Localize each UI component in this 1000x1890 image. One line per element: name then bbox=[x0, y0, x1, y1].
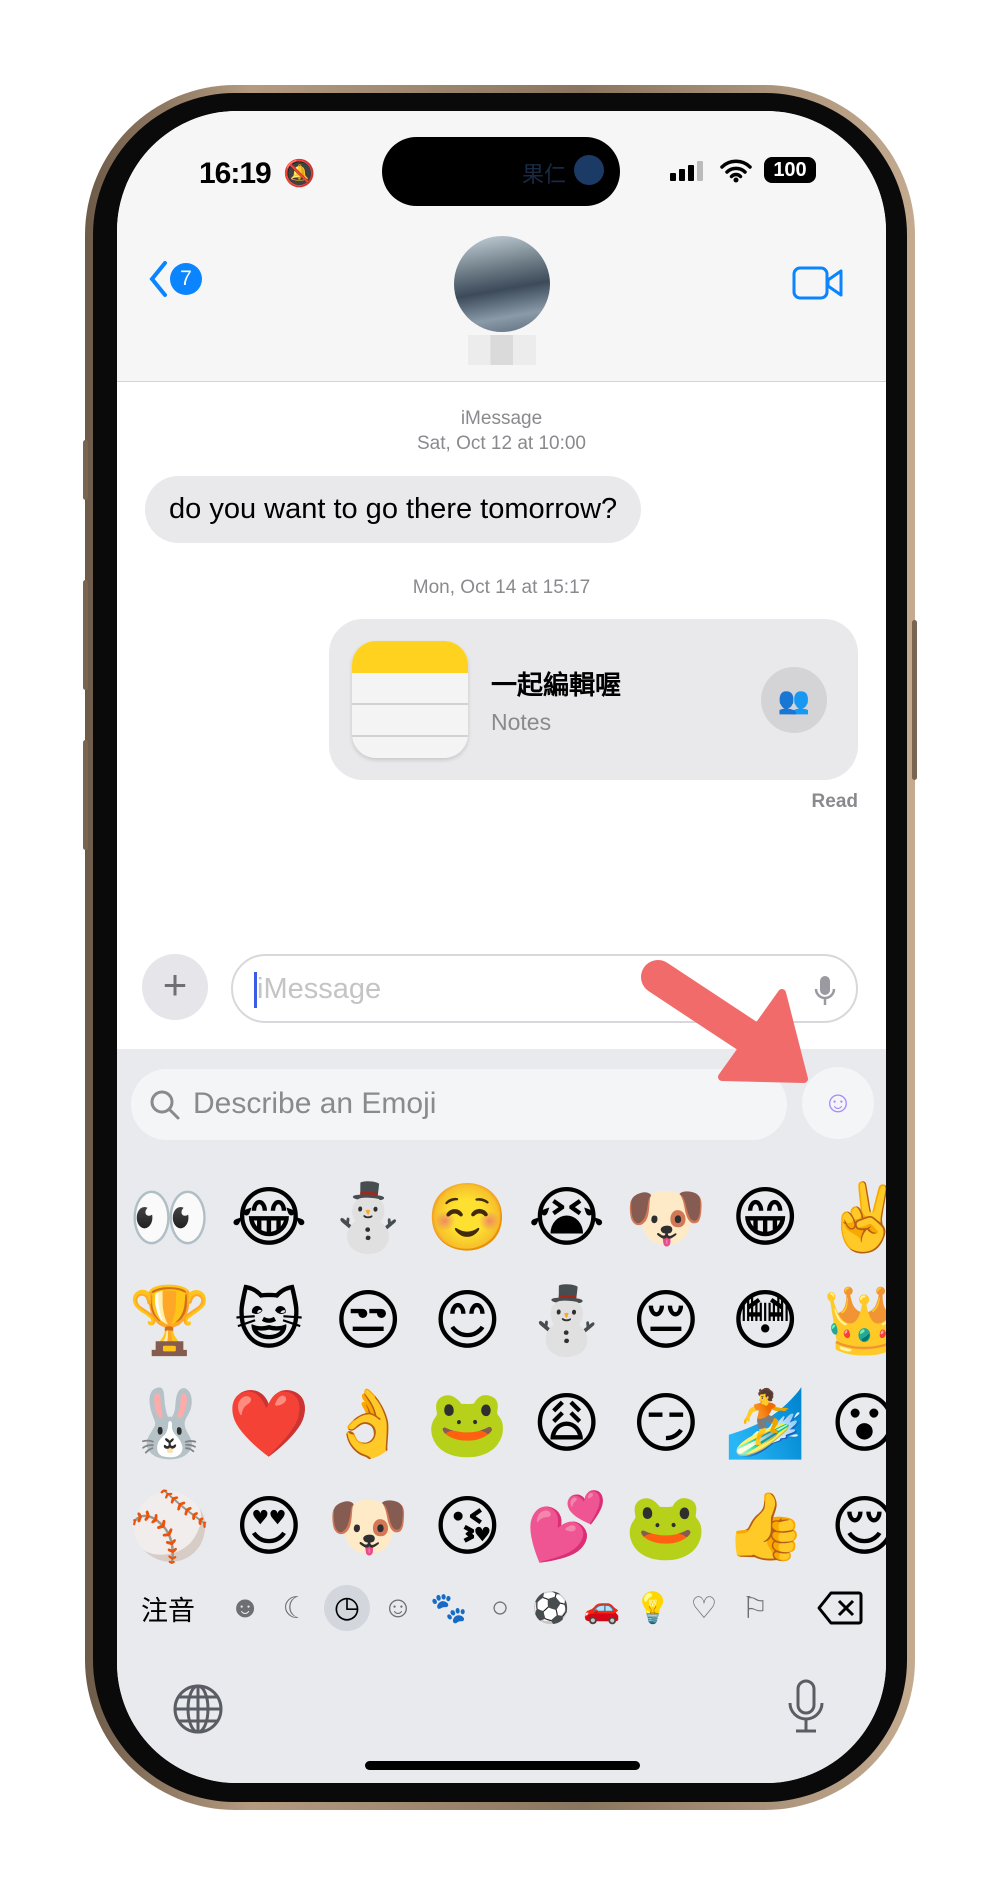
emoji-key[interactable]: 🏆 bbox=[127, 1276, 212, 1366]
emoji-row: 👀 😂 ⛄ ☺️ 😭 🐶 😁 ✌️ bbox=[127, 1166, 886, 1269]
emoji-key[interactable]: 👀 bbox=[127, 1173, 212, 1263]
timestamp: Mon, Oct 14 at 15:17 bbox=[412, 577, 591, 598]
contact-name-redacted[interactable] bbox=[468, 335, 536, 365]
dynamic-island: 果仁 bbox=[382, 137, 620, 206]
emoji-key[interactable]: 💕 bbox=[524, 1482, 609, 1572]
signal-icon bbox=[670, 161, 703, 181]
silent-bell-icon: 🔕 bbox=[283, 158, 316, 188]
shared-note-app: Notes bbox=[491, 709, 552, 735]
emoji-key[interactable]: 😭 bbox=[524, 1173, 609, 1263]
emoji-key[interactable]: ⚾ bbox=[127, 1482, 212, 1572]
notes-app-icon bbox=[352, 641, 468, 758]
emoji-key[interactable]: 🐰 bbox=[127, 1379, 212, 1469]
emoji-key[interactable]: 😂 bbox=[226, 1173, 311, 1263]
emoji-key[interactable]: 😘 bbox=[425, 1482, 510, 1572]
emoji-key[interactable]: 🐸 bbox=[425, 1379, 510, 1469]
annotation-arrow-icon bbox=[641, 960, 808, 1083]
activity-ball-icon[interactable]: ⚽ bbox=[528, 1591, 574, 1626]
service-label: iMessage bbox=[460, 408, 543, 429]
incoming-message-bubble[interactable]: do you want to go there tomorrow? bbox=[145, 476, 642, 543]
emoji-category-bar: 注音 ☻ ☾ ◷ ☺ 🐾 ○ ⚽ 🚗 💡 ♡ ⚐ bbox=[117, 1583, 886, 1633]
emoji-key[interactable]: 😍 bbox=[226, 1482, 311, 1572]
emoji-key[interactable]: ⛄ bbox=[524, 1276, 609, 1366]
emoji-row: ⚾ 😍 🐶 😘 💕 🐸 👍 😌 bbox=[127, 1475, 886, 1578]
emoji-key[interactable]: 😮 bbox=[822, 1379, 886, 1469]
screen: 16:19 🔕 果仁 100 7 iMessage Sat, Oct 12 at… bbox=[117, 111, 886, 1783]
contact-avatar[interactable] bbox=[454, 236, 550, 332]
shared-note-title: 一起編輯喔 bbox=[491, 670, 622, 700]
memoji-icon[interactable]: ☻ bbox=[222, 1591, 268, 1625]
search-icon bbox=[150, 1090, 180, 1120]
emoji-key[interactable]: 🏄 bbox=[723, 1379, 808, 1469]
chevron-left-icon bbox=[149, 261, 167, 297]
food-apple-icon[interactable]: ○ bbox=[477, 1591, 523, 1625]
volume-up-button bbox=[83, 580, 88, 690]
objects-bulb-icon[interactable]: 💡 bbox=[630, 1591, 676, 1626]
flags-icon[interactable]: ⚐ bbox=[732, 1591, 778, 1626]
side-button bbox=[83, 440, 88, 500]
plus-button[interactable]: + bbox=[142, 954, 208, 1020]
emoji-key[interactable]: ⛄ bbox=[326, 1173, 411, 1263]
delete-backspace-icon[interactable] bbox=[817, 1590, 863, 1626]
emoji-key[interactable]: 😊 bbox=[425, 1276, 510, 1366]
globe-icon[interactable] bbox=[172, 1683, 224, 1735]
emoji-key[interactable]: 😌 bbox=[822, 1482, 886, 1572]
power-button bbox=[912, 620, 917, 780]
input-mode-button[interactable]: 注音 bbox=[141, 1589, 195, 1628]
genmoji-sparkle-face-icon: ☺ bbox=[822, 1086, 854, 1119]
emoji-key[interactable]: 🐶 bbox=[326, 1482, 411, 1572]
emoji-key[interactable]: 😔 bbox=[623, 1276, 708, 1366]
sticker-icon[interactable]: ☾ bbox=[273, 1591, 319, 1626]
island-avatar-icon bbox=[574, 155, 604, 185]
volume-down-button bbox=[83, 740, 88, 850]
emoji-key[interactable]: 👑 bbox=[822, 1276, 886, 1366]
emoji-key[interactable]: 😺 bbox=[226, 1276, 311, 1366]
timestamp: Sat, Oct 12 at 10:00 bbox=[417, 433, 586, 454]
collaborators-icon[interactable]: 👥 bbox=[761, 667, 827, 733]
emoji-key[interactable]: 😳 bbox=[723, 1276, 808, 1366]
emoji-search-placeholder: Describe an Emoji bbox=[193, 1087, 437, 1120]
recent-clock-icon[interactable]: ◷ bbox=[324, 1585, 370, 1631]
emoji-key[interactable]: 😩 bbox=[524, 1379, 609, 1469]
battery-indicator: 100 bbox=[764, 157, 816, 183]
emoji-key[interactable]: 👌 bbox=[326, 1379, 411, 1469]
wifi-icon bbox=[720, 159, 752, 183]
dictation-keyboard-mic-icon[interactable] bbox=[784, 1679, 828, 1735]
facetime-video-icon[interactable] bbox=[792, 266, 844, 300]
emoji-row: 🐰 ❤️ 👌 🐸 😩 😏 🏄 😮 bbox=[127, 1372, 886, 1475]
emoji-key[interactable]: 🐸 bbox=[623, 1482, 708, 1572]
symbols-heart-icon[interactable]: ♡ bbox=[681, 1591, 727, 1626]
smileys-icon[interactable]: ☺ bbox=[375, 1591, 421, 1625]
status-time: 16:19 bbox=[199, 157, 272, 190]
emoji-key[interactable]: 🐶 bbox=[623, 1173, 708, 1263]
emoji-key[interactable]: 👍 bbox=[723, 1482, 808, 1572]
emoji-grid: 👀 😂 ⛄ ☺️ 😭 🐶 😁 ✌️ 🏆 😺 😒 😊 ⛄ 😔 😳 👑 🐰 ❤️ 👌 🐸 😩 😏 🏄 😮 ⚾ 😍 🐶 😘 💕 🐸 👍 😌 bbox=[127, 1166, 886, 1578]
emoji-key[interactable]: ❤️ bbox=[226, 1379, 311, 1469]
emoji-key[interactable]: ✌️ bbox=[822, 1173, 886, 1263]
island-label: 果仁 bbox=[522, 162, 567, 187]
message-placeholder: iMessage bbox=[257, 973, 382, 1005]
emoji-key[interactable]: 😏 bbox=[623, 1379, 708, 1469]
emoji-key[interactable]: 😁 bbox=[723, 1173, 808, 1263]
travel-car-icon[interactable]: 🚗 bbox=[579, 1591, 625, 1626]
unread-badge: 7 bbox=[170, 263, 202, 295]
home-indicator[interactable] bbox=[365, 1761, 640, 1770]
emoji-key[interactable]: 😒 bbox=[326, 1276, 411, 1366]
read-receipt: Read bbox=[811, 791, 858, 812]
back-button[interactable]: 7 bbox=[148, 259, 202, 299]
animals-icon[interactable]: 🐾 bbox=[426, 1591, 472, 1626]
emoji-row: 🏆 😺 😒 😊 ⛄ 😔 😳 👑 bbox=[127, 1269, 886, 1372]
emoji-key[interactable]: ☺️ bbox=[425, 1173, 510, 1263]
shared-note-bubble[interactable]: 一起編輯喔 Notes 👥 bbox=[329, 619, 858, 780]
